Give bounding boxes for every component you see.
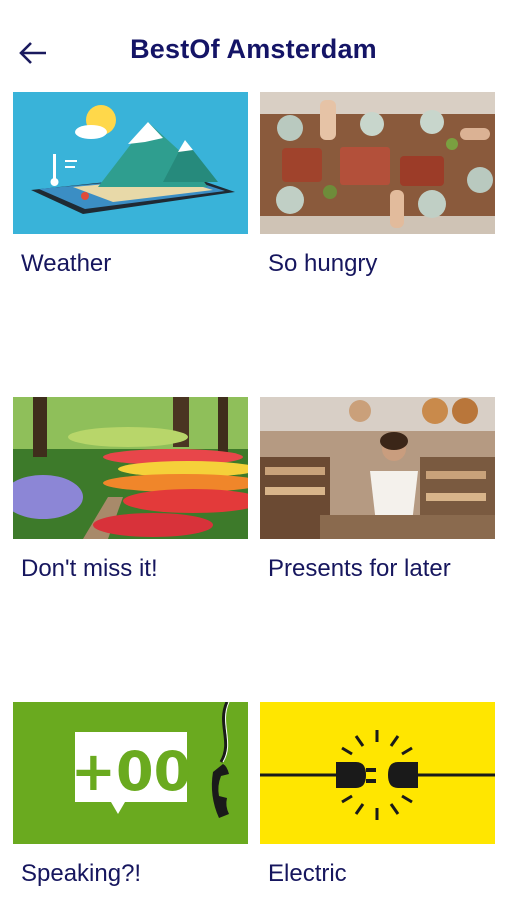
tile-label: Weather — [21, 250, 112, 277]
tile-label: Don't miss it! — [21, 555, 158, 582]
phone-call-image: +00 — [13, 702, 248, 844]
weather-image — [13, 92, 248, 234]
tile-weather[interactable]: Weather — [13, 92, 248, 278]
tile-label: Electric — [268, 860, 347, 887]
plug-socket-image — [260, 702, 495, 844]
tile-presents-for-later[interactable]: Presents for later — [260, 397, 495, 583]
tile-label: So hungry — [268, 250, 378, 277]
svg-text:+00: +00 — [71, 740, 191, 803]
tile-label: Speaking?! — [21, 860, 142, 887]
market-shopping-image — [260, 397, 495, 539]
app-header: BestOf Amsterdam — [0, 0, 507, 90]
tile-label: Presents for later — [268, 555, 451, 582]
tile-speaking[interactable]: +00 Speaking?! — [13, 702, 248, 888]
tile-electric[interactable]: Electric — [260, 702, 495, 888]
page-title: BestOf Amsterdam — [130, 34, 377, 64]
food-table-image — [260, 92, 495, 234]
tulip-garden-image — [13, 397, 248, 539]
tile-so-hungry[interactable]: So hungry — [260, 92, 495, 278]
tile-dont-miss-it[interactable]: Don't miss it! — [13, 397, 248, 583]
